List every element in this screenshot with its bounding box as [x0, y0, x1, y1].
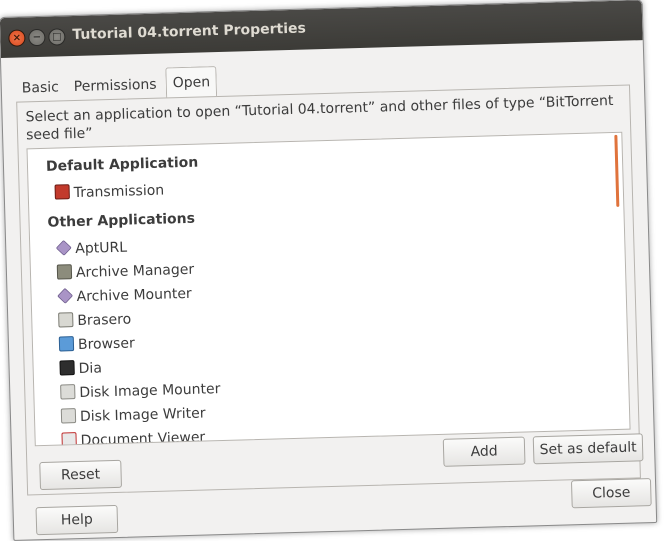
title-bar[interactable]: × − □ Tutorial 04.torrent Properties: [0, 0, 643, 59]
browser-icon: [58, 336, 75, 352]
application-list[interactable]: Default Application Transmission Other A…: [26, 131, 631, 447]
properties-dialog: × − □ Tutorial 04.torrent Properties Bas…: [0, 0, 658, 541]
list-item-label: AptURL: [75, 239, 128, 258]
other-applications-heading: Other Applications: [47, 210, 196, 231]
list-item-apturl[interactable]: AptURL: [55, 237, 128, 261]
document-viewer-icon: [61, 432, 77, 447]
archive-mounter-icon: [57, 287, 74, 304]
list-item-label: Brasero: [77, 311, 132, 330]
default-application-heading: Default Application: [45, 154, 199, 175]
archive-manager-icon: [56, 264, 73, 280]
tab-open-with[interactable]: Open With: [165, 66, 218, 121]
list-item-label: Archive Manager: [75, 261, 195, 282]
list-item-browser[interactable]: Browser: [58, 332, 135, 356]
reset-button[interactable]: Reset: [39, 459, 123, 491]
list-item-label: Archive Mounter: [76, 285, 192, 306]
list-item-label: Dia: [78, 360, 103, 377]
list-item-label: Disk Image Mounter: [79, 381, 221, 401]
add-button[interactable]: Add: [442, 436, 526, 467]
list-item-dia[interactable]: Dia: [59, 357, 102, 380]
disk-icon: [60, 408, 77, 424]
transmission-icon: [54, 184, 70, 200]
list-item-archive-mounter[interactable]: Archive Mounter: [57, 283, 192, 309]
list-item-disk-image-writer[interactable]: Disk Image Writer: [60, 402, 206, 428]
tab-permissions[interactable]: Permissions: [67, 72, 163, 101]
list-item-archive-manager[interactable]: Archive Manager: [56, 259, 195, 285]
window-close-button[interactable]: ×: [8, 29, 26, 47]
list-item-label: Document Viewer: [80, 429, 206, 447]
set-as-default-button[interactable]: Set as default: [532, 433, 644, 465]
help-button[interactable]: Help: [35, 504, 119, 536]
tab-basic[interactable]: Basic: [15, 74, 65, 101]
list-item-document-viewer[interactable]: Document Viewer: [61, 426, 206, 447]
brasero-icon: [58, 312, 74, 328]
list-scrollbar[interactable]: [614, 134, 620, 207]
list-item-brasero[interactable]: Brasero: [58, 309, 131, 333]
list-item-disk-image-mounter[interactable]: Disk Image Mounter: [60, 378, 221, 404]
apturl-icon: [55, 239, 72, 256]
window-maximize-button[interactable]: □: [48, 28, 66, 46]
close-button[interactable]: Close: [570, 478, 652, 509]
tab-bar: Basic Permissions Open With: [15, 66, 218, 121]
list-item-transmission[interactable]: Transmission: [54, 180, 164, 205]
disk-icon: [60, 384, 76, 400]
list-item-label: Browser: [77, 335, 135, 354]
list-item-label: Disk Image Writer: [79, 405, 206, 425]
dia-icon: [59, 360, 75, 376]
window-minimize-button[interactable]: −: [28, 28, 46, 47]
open-with-panel: Select an application to open “Tutorial …: [16, 84, 644, 496]
list-item-label: Transmission: [73, 182, 165, 202]
window-title: Tutorial 04.torrent Properties: [72, 20, 307, 44]
